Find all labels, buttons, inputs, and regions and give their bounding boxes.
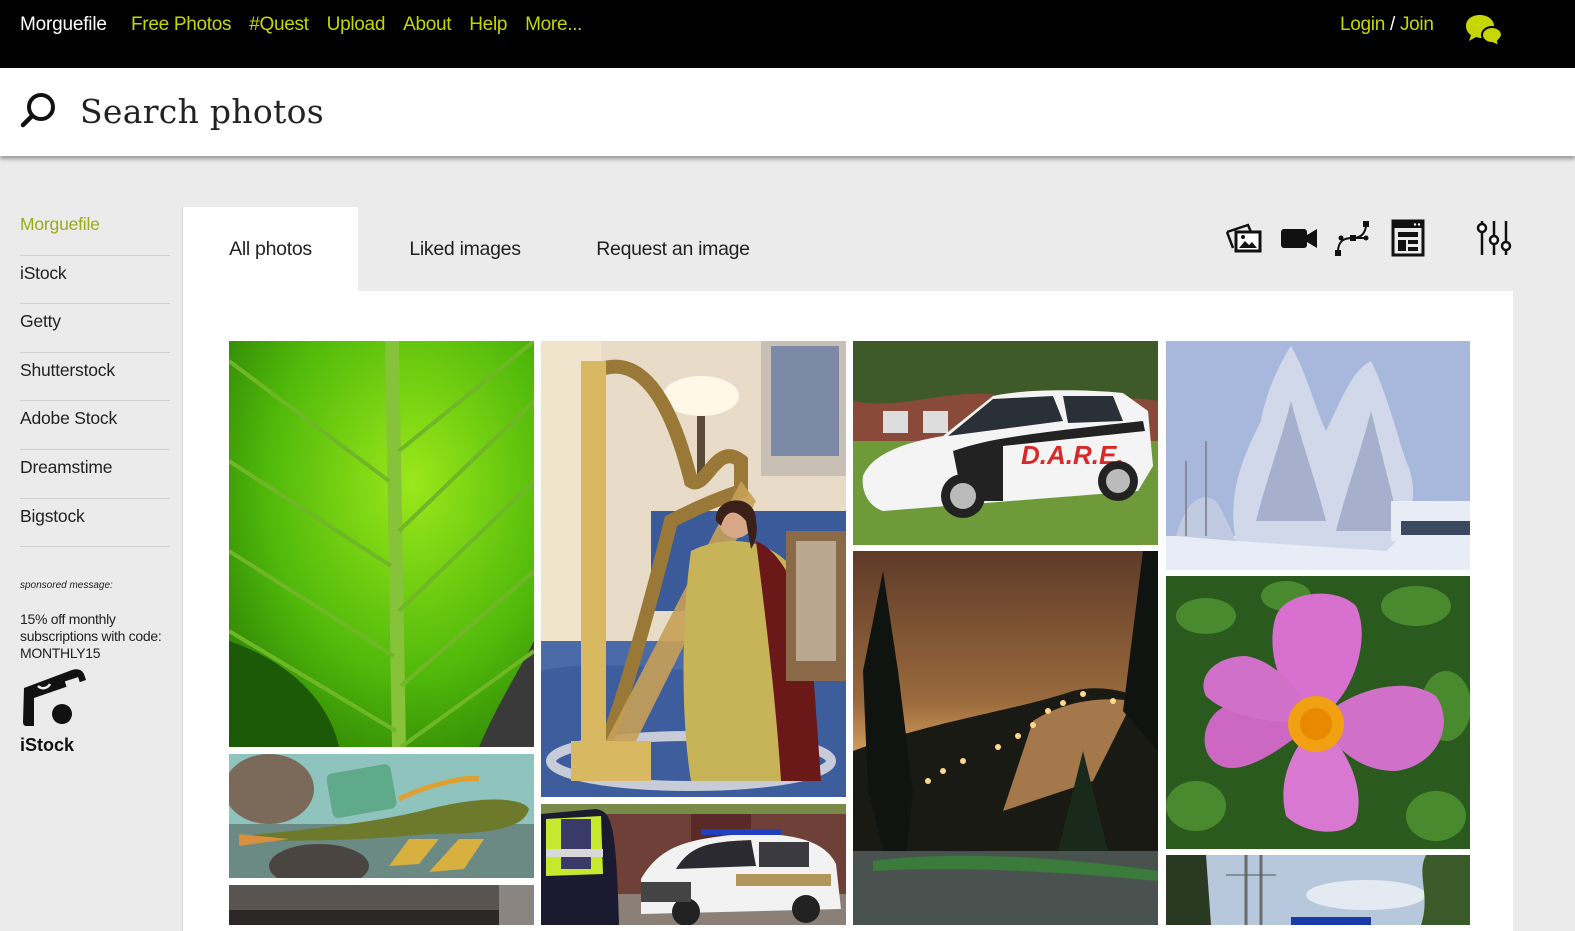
search-bar <box>0 68 1575 156</box>
login-link[interactable]: Login <box>1340 14 1385 35</box>
tab-liked-images[interactable]: Liked images <box>358 207 572 291</box>
gallery-tabs: All photos Liked images Request an image <box>182 207 774 291</box>
photo-ski-night[interactable] <box>853 551 1158 925</box>
photo-dark-image <box>229 885 534 925</box>
vector-filter-icon[interactable] <box>1333 218 1373 258</box>
source-sidebar: Morguefile iStock Getty Shutterstock Ado… <box>20 207 170 548</box>
filter-settings-icon[interactable] <box>1474 218 1514 258</box>
photos-filter-icon[interactable] <box>1224 218 1264 258</box>
photo-street[interactable] <box>1166 855 1470 925</box>
search-icon[interactable] <box>19 90 59 130</box>
sidebar-item-istock[interactable]: iStock <box>20 256 170 305</box>
nav-about[interactable]: About <box>403 14 451 36</box>
photo-pink-flower-image <box>1166 576 1470 849</box>
sponsored-text: 15% off monthly subscriptions with code:… <box>20 611 162 661</box>
template-filter-icon[interactable] <box>1388 218 1428 258</box>
photo-leaf-image <box>229 341 534 747</box>
tab-request-image[interactable]: Request an image <box>572 207 774 291</box>
auth-separator: / <box>1385 14 1400 35</box>
sidebar-item-adobe-stock[interactable]: Adobe Stock <box>20 401 170 450</box>
join-link[interactable]: Join <box>1400 14 1434 35</box>
photo-ski-night-image <box>853 551 1158 925</box>
top-nav: Morguefile Free Photos #Quest Upload Abo… <box>0 0 1575 68</box>
sponsored-ad: sponsored message: 15% off monthly subsc… <box>20 580 180 756</box>
photo-snow-trees-image <box>1166 341 1470 570</box>
photo-pink-flower[interactable] <box>1166 576 1470 849</box>
video-filter-icon[interactable] <box>1279 218 1319 258</box>
photo-street-image <box>1166 855 1470 925</box>
tab-all-photos[interactable]: All photos <box>182 207 358 291</box>
photo-harp[interactable] <box>541 341 846 797</box>
sidebar-item-shutterstock[interactable]: Shutterstock <box>20 353 170 402</box>
nav-more[interactable]: More... <box>525 14 582 36</box>
nav-upload[interactable]: Upload <box>327 14 386 36</box>
nav-links: Free Photos #Quest Upload About Help Mor… <box>131 14 600 36</box>
istock-camera-icon[interactable] <box>20 666 90 730</box>
sponsored-label: sponsored message: <box>20 580 113 591</box>
chat-bubbles-icon[interactable] <box>1465 13 1503 47</box>
nav-free-photos[interactable]: Free Photos <box>131 14 232 36</box>
photo-harp-image <box>541 341 846 797</box>
istock-link[interactable]: iStock <box>20 735 180 756</box>
photo-snow-trees[interactable] <box>1166 341 1470 570</box>
photo-fish[interactable] <box>229 754 534 878</box>
sidebar-item-bigstock[interactable]: Bigstock <box>20 499 170 548</box>
photo-dark[interactable] <box>229 885 534 925</box>
nav-help[interactable]: Help <box>469 14 507 36</box>
photo-leaf[interactable] <box>229 341 534 747</box>
search-input[interactable] <box>80 86 1480 136</box>
photo-dare-car-image: D.A.R.E. <box>853 341 1158 545</box>
photo-fish-image <box>229 754 534 878</box>
sidebar-item-getty[interactable]: Getty <box>20 304 170 353</box>
photo-dare-car[interactable]: D.A.R.E. <box>853 341 1158 545</box>
sidebar-item-morguefile[interactable]: Morguefile <box>20 207 170 256</box>
brand-logo-link[interactable]: Morguefile <box>20 14 107 36</box>
photo-sheriff[interactable] <box>541 804 846 925</box>
nav-quest[interactable]: #Quest <box>249 14 309 36</box>
photo-sheriff-image <box>541 804 846 925</box>
sidebar-item-dreamstime[interactable]: Dreamstime <box>20 450 170 499</box>
auth-links: Login / Join <box>1340 14 1434 36</box>
